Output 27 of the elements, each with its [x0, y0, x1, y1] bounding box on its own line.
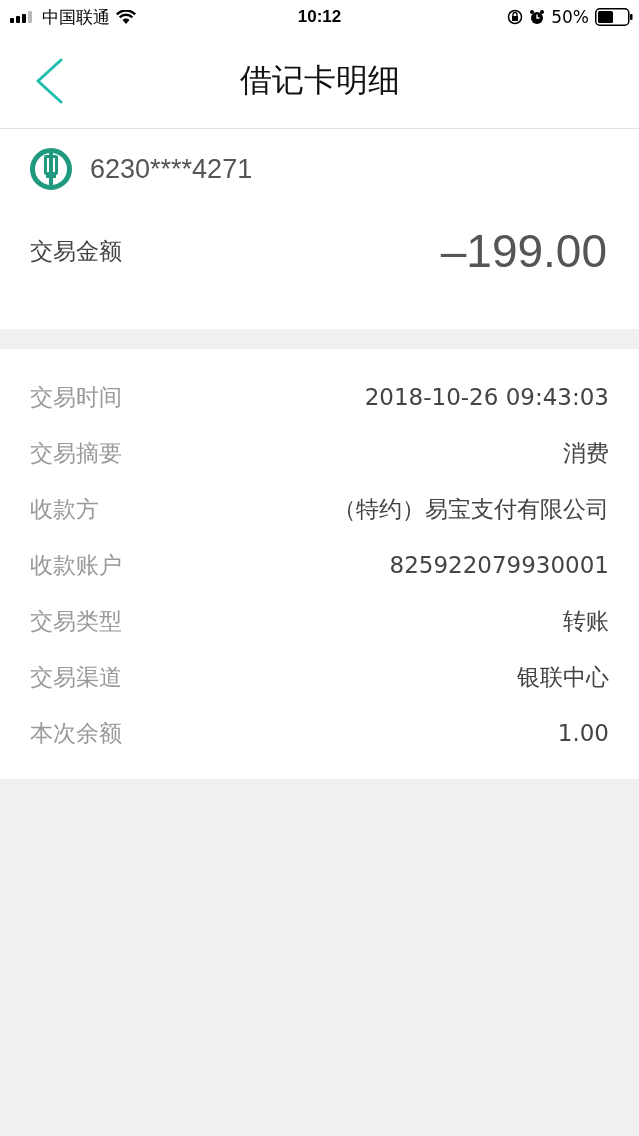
card-number: 6230****4271	[90, 153, 253, 185]
detail-value: 825922079930001	[389, 552, 609, 578]
battery-percent: 50%	[551, 7, 589, 27]
bank-logo-icon	[30, 148, 72, 190]
rotation-lock-icon	[507, 9, 524, 25]
amount-value: –199.00	[440, 224, 607, 278]
detail-label: 交易类型	[30, 606, 122, 636]
detail-label: 交易摘要	[30, 438, 122, 468]
detail-label: 本次余额	[30, 718, 122, 748]
detail-value: （特约）易宝支付有限公司	[333, 494, 609, 524]
detail-label: 交易渠道	[30, 662, 122, 692]
clock-time: 10:12	[297, 7, 342, 27]
detail-value: 1.00	[557, 720, 609, 746]
detail-label: 收款账户	[30, 550, 122, 580]
page-title: 借记卡明细	[239, 60, 400, 101]
alarm-icon	[529, 9, 546, 25]
detail-value: 银联中心	[517, 662, 609, 692]
amount-label: 交易金额	[30, 236, 122, 266]
battery-icon	[595, 8, 633, 26]
detail-label: 交易时间	[30, 382, 122, 412]
carrier-name: 中国联通	[42, 5, 110, 29]
detail-label: 收款方	[30, 494, 99, 524]
detail-value: 2018-10-26 09:43:03	[364, 384, 609, 410]
detail-value: 消费	[563, 438, 609, 468]
wifi-icon	[116, 10, 136, 24]
detail-value: 转账	[563, 606, 609, 636]
back-button[interactable]	[34, 58, 64, 104]
